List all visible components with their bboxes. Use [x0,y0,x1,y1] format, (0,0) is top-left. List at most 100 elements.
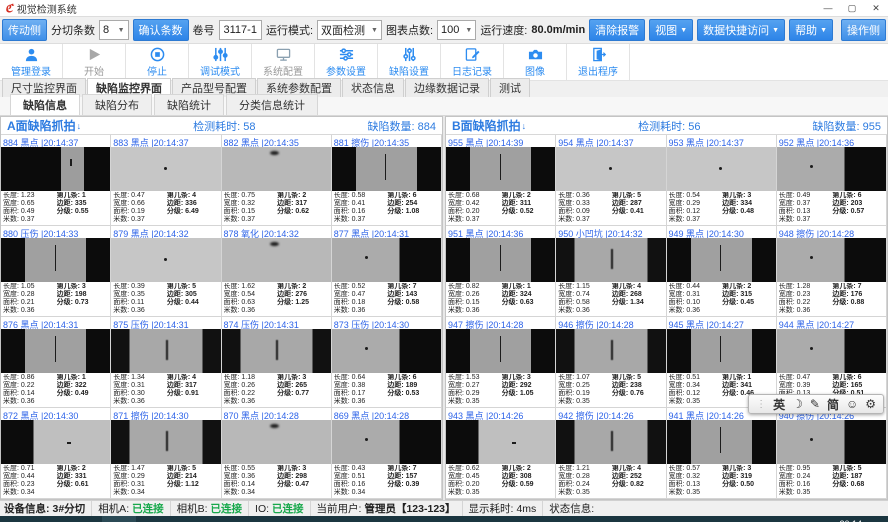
defect-cell[interactable]: 953 黑点 |20:14:37 长度: 0.54宽度: 0.29面积: 0.1… [667,135,777,226]
defect-cell[interactable]: 940 擦伤 |20:14:26 长度: 0.95宽度: 0.24面积: 0.1… [777,408,887,499]
defect-cell[interactable]: 941 黑点 |20:14:26 长度: 0.57宽度: 0.32面积: 0.1… [667,408,777,499]
sort-arrow-icon[interactable]: ↓ [522,121,527,131]
defect-thumbnail[interactable] [1,329,110,373]
defect-thumbnail[interactable] [667,147,776,191]
defect-cell[interactable]: 876 黑点 |20:14:31 长度: 0.86宽度: 0.22面积: 0.1… [1,317,111,408]
defect-thumbnail[interactable] [222,238,331,282]
defect-cell[interactable]: 942 擦伤 |20:14:26 长度: 1.21宽度: 0.28面积: 0.2… [556,408,666,499]
defect-cell[interactable]: 870 黑点 |20:14:28 长度: 0.55宽度: 0.36面积: 0.1… [222,408,332,499]
ime-toolbar[interactable]: ⋮ 英 ☽ ✎ 简 ☺ ⚙ [748,394,884,414]
tab-status-info[interactable]: 状态信息 [342,78,404,97]
defect-thumbnail[interactable] [332,420,441,464]
emoji-icon[interactable]: ☺ [846,397,858,411]
defect-thumbnail[interactable] [777,147,886,191]
defect-cell[interactable]: 947 擦伤 |20:14:28 长度: 1.53宽度: 0.27面积: 0.2… [446,317,556,408]
defect-cell[interactable]: 884 黑点 |20:14:37 长度: 1.23宽度: 0.65面积: 0.4… [1,135,111,226]
defect-settings-button[interactable]: 缺陷设置 [378,44,441,80]
defect-thumbnail[interactable] [222,329,331,373]
defect-thumbnail[interactable] [556,329,665,373]
defect-thumbnail[interactable] [446,420,555,464]
defect-cell[interactable]: 946 擦伤 |20:14:28 长度: 1.07宽度: 0.25面积: 0.1… [556,317,666,408]
ime-simplified-button[interactable]: 简 [827,396,839,413]
admin-login-button[interactable]: 管理登录 [0,44,63,80]
defect-thumbnail[interactable] [667,238,776,282]
defect-cell[interactable]: 955 黑点 |20:14:39 长度: 0.68宽度: 0.42面积: 0.2… [446,135,556,226]
defect-thumbnail[interactable] [332,329,441,373]
defect-cell[interactable]: 882 黑点 |20:14:35 长度: 0.75宽度: 0.32面积: 0.1… [222,135,332,226]
defect-cell[interactable]: 952 黑点 |20:14:36 长度: 0.49宽度: 0.37面积: 0.1… [777,135,887,226]
tab-test[interactable]: 测试 [490,78,530,97]
defect-cell[interactable]: 878 氧化 |20:14:32 长度: 1.62宽度: 0.54面积: 0.6… [222,226,332,317]
gear-icon[interactable]: ⚙ [865,397,876,411]
defect-thumbnail[interactable] [556,420,665,464]
parameter-settings-button[interactable]: 参数设置 [315,44,378,80]
defect-cell[interactable]: 883 黑点 |20:14:37 长度: 0.47宽度: 0.66面积: 0.1… [111,135,221,226]
defect-thumbnail[interactable] [777,329,886,373]
subtab-defect-info[interactable]: 缺陷信息 [10,94,80,115]
defect-thumbnail[interactable] [446,329,555,373]
split-count-select[interactable]: 8▼ [99,20,129,40]
close-button[interactable]: ✕ [864,1,888,15]
log-record-button[interactable]: 日志记录 [441,44,504,80]
pen-icon[interactable]: ✎ [810,397,820,411]
defect-thumbnail[interactable] [332,238,441,282]
defect-thumbnail[interactable] [446,147,555,191]
taskbar-app-vision-system[interactable]: ℭ [102,516,136,522]
defect-cell[interactable]: 951 黑点 |20:14:36 长度: 0.82宽度: 0.26面积: 0.1… [446,226,556,317]
defect-thumbnail[interactable] [446,238,555,282]
sort-arrow-icon[interactable]: ↓ [77,121,82,131]
defect-cell[interactable]: 874 压伤 |20:14:31 长度: 1.18宽度: 0.26面积: 0.2… [222,317,332,408]
defect-thumbnail[interactable] [222,420,331,464]
defect-thumbnail[interactable] [667,420,776,464]
defect-thumbnail[interactable] [222,147,331,191]
defect-cell[interactable]: 875 压伤 |20:14:31 长度: 1.34宽度: 0.31面积: 0.3… [111,317,221,408]
defect-thumbnail[interactable] [556,238,665,282]
defect-thumbnail[interactable] [111,420,220,464]
defect-thumbnail[interactable] [1,147,110,191]
defect-thumbnail[interactable] [332,147,441,191]
defect-cell[interactable]: 877 黑点 |20:14:31 长度: 0.52宽度: 0.47面积: 0.1… [332,226,442,317]
roll-number-input[interactable]: 3117-1 [219,20,262,40]
defect-thumbnail[interactable] [111,329,220,373]
drive-side-button[interactable]: 传动侧 [2,19,47,41]
system-config-button[interactable]: 系统配置 [252,44,315,80]
help-menu-button[interactable]: 帮助▼ [789,19,833,41]
tab-edge-data[interactable]: 边缘数据记录 [405,78,489,97]
defect-cell[interactable]: 869 黑点 |20:14:28 长度: 0.43宽度: 0.51面积: 0.1… [332,408,442,499]
defect-cell[interactable]: 948 擦伤 |20:14:28 长度: 1.28宽度: 0.23面积: 0.2… [777,226,887,317]
image-button[interactable]: 图像 [504,44,567,80]
defect-thumbnail[interactable] [777,420,886,464]
view-menu-button[interactable]: 视图▼ [649,19,693,41]
defect-thumbnail[interactable] [111,147,220,191]
defect-cell[interactable]: 873 压伤 |20:14:30 长度: 0.64宽度: 0.38面积: 0.1… [332,317,442,408]
drag-handle-icon[interactable]: ⋮ [756,399,766,410]
run-mode-select[interactable]: 双面检测▼ [317,20,382,40]
operator-side-button[interactable]: 操作侧 [841,19,886,41]
defect-thumbnail[interactable] [111,238,220,282]
subtab-class-stats[interactable]: 分类信息统计 [226,94,318,115]
taskbar-app-browser[interactable] [68,516,102,522]
subtab-defect-distribution[interactable]: 缺陷分布 [82,94,152,115]
defect-cell[interactable]: 943 黑点 |20:14:26 长度: 0.62宽度: 0.45面积: 0.2… [446,408,556,499]
chart-points-select[interactable]: 100▼ [437,20,476,40]
taskbar-clock[interactable]: 20:14 2025/2/10 [822,519,862,522]
night-mode-icon[interactable]: ☽ [792,397,803,411]
confirm-count-button[interactable]: 确认条数 [133,19,189,41]
defect-cell[interactable]: 950 小凹坑 |20:14:32 长度: 1.15宽度: 0.74面积: 0.… [556,226,666,317]
start-button[interactable]: 开始 [63,44,126,80]
defect-thumbnail[interactable] [1,238,110,282]
defect-thumbnail[interactable] [667,329,776,373]
ime-english-button[interactable]: 英 [773,396,785,413]
exit-program-button[interactable]: 退出程序 [567,44,630,80]
clear-alarm-button[interactable]: 清除报警 [589,19,645,41]
defect-thumbnail[interactable] [556,147,665,191]
defect-cell[interactable]: 871 擦伤 |20:14:30 长度: 1.47宽度: 0.29面积: 0.3… [111,408,221,499]
defect-thumbnail[interactable] [777,238,886,282]
maximize-button[interactable]: ▢ [840,1,864,15]
stop-button[interactable]: 停止 [126,44,189,80]
defect-cell[interactable]: 949 黑点 |20:14:30 长度: 0.44宽度: 0.31面积: 0.1… [667,226,777,317]
defect-cell[interactable]: 880 压伤 |20:14:33 长度: 1.05宽度: 0.28面积: 0.2… [1,226,111,317]
defect-cell[interactable]: 881 擦伤 |20:14:35 长度: 0.58宽度: 0.41面积: 0.1… [332,135,442,226]
quick-access-menu-button[interactable]: 数据快捷访问▼ [697,19,785,41]
minimize-button[interactable]: — [816,1,840,15]
